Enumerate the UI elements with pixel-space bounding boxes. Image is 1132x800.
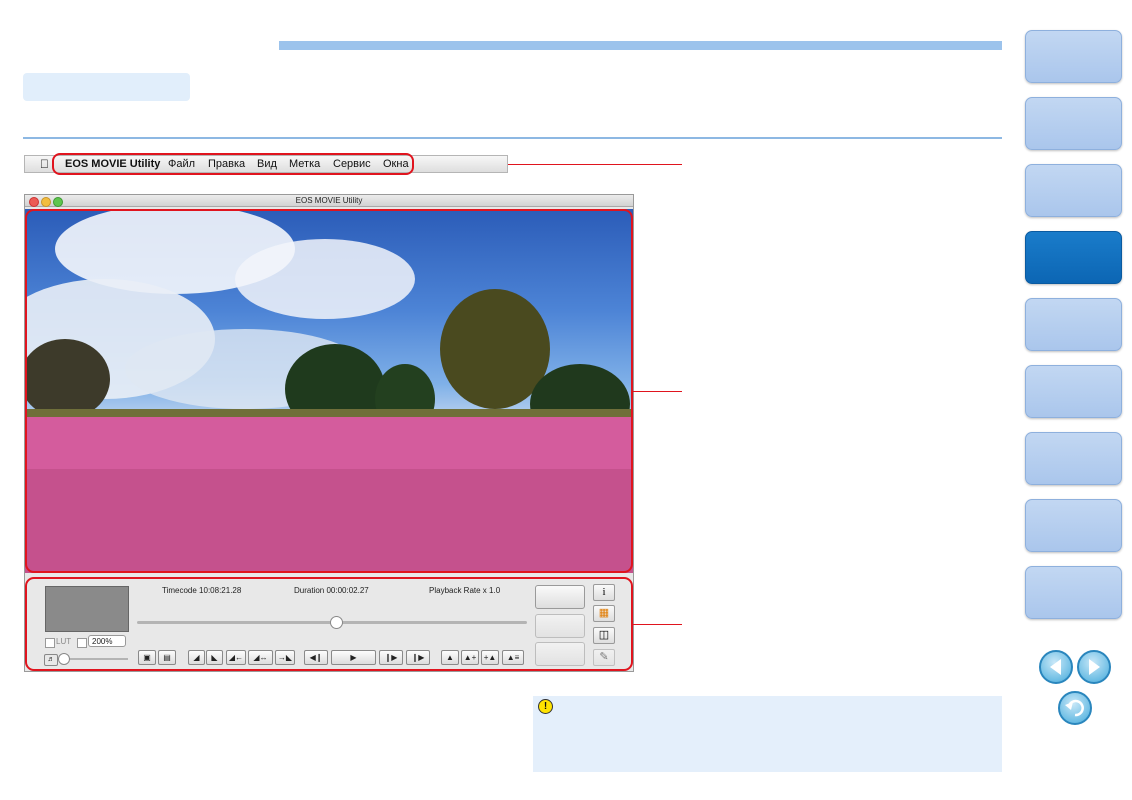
apple-icon[interactable]: : [40, 157, 49, 171]
side-tab-6[interactable]: [1025, 365, 1122, 418]
header-divider: [23, 137, 1002, 139]
menu-callout-frame: [52, 153, 414, 175]
side-tab-1[interactable]: [1025, 30, 1122, 83]
menu-callout-line: [508, 164, 682, 165]
side-tab-4-active[interactable]: [1025, 231, 1122, 284]
zoom-icon[interactable]: [53, 197, 63, 207]
window-title: EOS MOVIE Utility: [295, 196, 363, 205]
image-callout-line: [633, 391, 682, 392]
controls-callout-line: [633, 624, 682, 625]
image-callout-frame: [25, 209, 633, 573]
section-header-bar: [279, 41, 1002, 50]
return-icon[interactable]: [1058, 691, 1092, 725]
caution-box: [533, 696, 1002, 772]
window-titlebar: EOS MOVIE Utility: [25, 195, 633, 207]
side-tab-9[interactable]: [1025, 566, 1122, 619]
caution-icon: !: [538, 699, 553, 714]
side-tab-8[interactable]: [1025, 499, 1122, 552]
minimize-icon[interactable]: [41, 197, 51, 207]
controls-callout-frame: [25, 577, 633, 671]
section-label-box: [23, 73, 190, 101]
prev-page-icon[interactable]: [1039, 650, 1073, 684]
next-page-icon[interactable]: [1077, 650, 1111, 684]
side-tab-5[interactable]: [1025, 298, 1122, 351]
side-tab-7[interactable]: [1025, 432, 1122, 485]
side-tab-3[interactable]: [1025, 164, 1122, 217]
close-icon[interactable]: [29, 197, 39, 207]
side-tab-2[interactable]: [1025, 97, 1122, 150]
